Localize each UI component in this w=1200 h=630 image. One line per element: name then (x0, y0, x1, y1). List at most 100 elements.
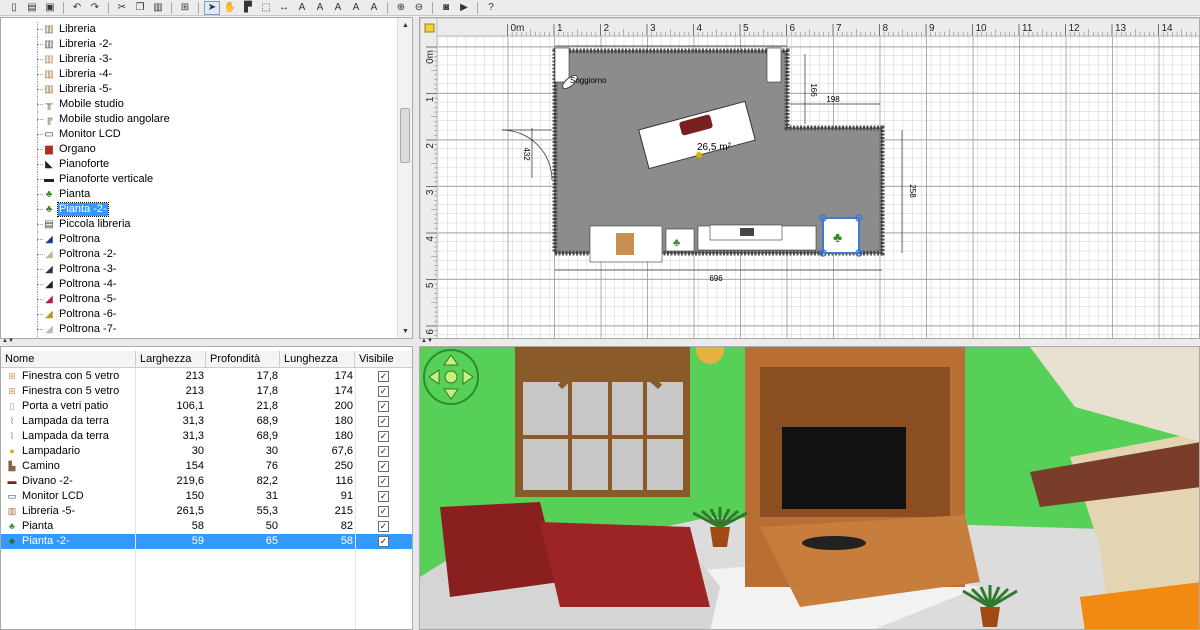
ruler-label: 2 (604, 23, 610, 34)
left-splitter[interactable]: ▲▼ (0, 338, 413, 345)
catalog-item[interactable]: ◢ Poltrona -6- (1, 307, 397, 322)
catalog-item[interactable]: ▤ Piccola libreria (1, 217, 397, 232)
table-row[interactable]: ▥ Libreria -5- 261,5 55,3 215 ✓ (1, 504, 412, 519)
column-header-name[interactable]: Nome (1, 351, 136, 368)
catalog-item[interactable]: ▥ Libreria -5- (1, 82, 397, 97)
create-rooms-icon[interactable]: ⬚ (258, 1, 274, 15)
monitor-icon: ▭ (44, 128, 54, 140)
scroll-down-arrow-icon[interactable]: ▼ (398, 324, 412, 338)
column-header-visible[interactable]: Visibile (355, 351, 412, 368)
video-icon[interactable]: ▶ (456, 1, 472, 15)
catalog-item[interactable]: ◢ Poltrona -3- (1, 262, 397, 277)
text-bold-icon[interactable]: A (330, 1, 346, 15)
scroll-thumb[interactable] (400, 108, 410, 163)
visible-checkbox[interactable]: ✓ (378, 371, 389, 382)
catalog-item[interactable]: ▭ Monitor LCD (1, 127, 397, 142)
photo-icon[interactable]: ◙ (438, 1, 454, 15)
column-header-width[interactable]: Larghezza (136, 351, 206, 368)
chandelier-icon[interactable] (696, 152, 702, 158)
window-right[interactable] (766, 47, 782, 83)
copy-icon[interactable]: ❐ (132, 1, 148, 15)
zoom-out-icon[interactable]: ⊖ (411, 1, 427, 15)
catalog-item[interactable]: ╥ Mobile studio (1, 97, 397, 112)
vertical-ruler (420, 18, 438, 338)
table-row[interactable]: ♣ Pianta 58 50 82 ✓ (1, 519, 412, 534)
scroll-up-arrow-icon[interactable]: ▲ (398, 18, 412, 32)
right-splitter[interactable]: ▲▼ (419, 338, 1200, 345)
visible-checkbox[interactable]: ✓ (378, 521, 389, 532)
save-icon[interactable]: ▣ (42, 1, 58, 15)
cell-name: ▬ Divano -2- (1, 474, 136, 489)
catalog-item[interactable]: ◢ Poltrona -7- (1, 322, 397, 337)
table-row[interactable]: ⌇ Lampada da terra 31,3 68,9 180 ✓ (1, 429, 412, 444)
visible-checkbox[interactable]: ✓ (378, 461, 389, 472)
plant-pot (980, 607, 1000, 627)
column-header-height[interactable]: Lunghezza (280, 351, 355, 368)
visible-checkbox[interactable]: ✓ (378, 491, 389, 502)
new-file-icon[interactable]: ▯ (6, 1, 22, 15)
catalog-item[interactable]: ◢ Poltrona (1, 232, 397, 247)
visible-checkbox[interactable]: ✓ (378, 401, 389, 412)
table-row[interactable]: ⊞ Finestra con 5 vetro 213 17,8 174 ✓ (1, 369, 412, 384)
create-dimensions-icon[interactable]: ↔ (276, 1, 292, 15)
catalog-item[interactable]: ▥ Libreria -4- (1, 67, 397, 82)
catalog-item[interactable]: ▥ Libreria -3- (1, 52, 397, 67)
furniture-table[interactable]: Nome Larghezza Profondità Lunghezza Visi… (0, 346, 413, 630)
catalog-item[interactable]: ◢ Poltrona -4- (1, 277, 397, 292)
table-row[interactable]: ⌇ Lampada da terra 31,3 68,9 180 ✓ (1, 414, 412, 429)
visible-checkbox[interactable]: ✓ (378, 386, 389, 397)
furniture-catalog-tree[interactable]: ▥ Libreria ▥ Libreria -2- ▥ Libreria -3- ▥ Libr… (0, 17, 413, 339)
catalog-item[interactable]: ◣ Pianoforte (1, 157, 397, 172)
table-row[interactable]: ⊞ Finestra con 5 vetro 213 17,8 174 ✓ (1, 384, 412, 399)
bookcase-icon: ▥ (44, 68, 54, 80)
redo-icon[interactable]: ↷ (87, 1, 103, 15)
armchair-icon: ◢ (45, 248, 53, 260)
catalog-item[interactable]: ♣ Pianta (1, 187, 397, 202)
text-italic-icon[interactable]: A (348, 1, 364, 15)
visible-checkbox[interactable]: ✓ (378, 446, 389, 457)
zoom-in-icon[interactable]: ⊕ (393, 1, 409, 15)
text-size-icon[interactable]: A (366, 1, 382, 15)
collapse-arrow-icon[interactable]: ▲▼ (421, 338, 433, 344)
catalog-item[interactable]: ▬ Pianoforte verticale (1, 172, 397, 187)
cut-icon[interactable]: ✂ (114, 1, 130, 15)
help-icon[interactable]: ? (483, 1, 499, 15)
select-arrow-icon[interactable]: ➤ (204, 0, 220, 15)
catalog-item[interactable]: ▆ Organo (1, 142, 397, 157)
nav-center-icon[interactable] (444, 370, 458, 384)
create-walls-icon[interactable]: ▛ (240, 1, 256, 15)
add-furniture-icon[interactable]: ⊞ (177, 1, 193, 15)
table-row[interactable]: ♣ Pianta -2- 59 65 58 ✓ (1, 534, 412, 549)
paste-icon[interactable]: ▥ (150, 1, 166, 15)
visible-checkbox[interactable]: ✓ (378, 536, 389, 547)
plan-canvas[interactable]: 0m 1 2 3 4 5 6 7 8 9 10 11 12 13 140m123456Soggiorno26… (420, 18, 1200, 339)
catalog-item[interactable]: ▥ Libreria (1, 22, 397, 37)
catalog-item[interactable]: ╔ Mobile studio angolare (1, 112, 397, 127)
table-row[interactable]: ▬ Divano -2- 219,6 82,2 116 ✓ (1, 474, 412, 489)
visible-checkbox[interactable]: ✓ (378, 476, 389, 487)
table-row[interactable]: ▭ Monitor LCD 150 31 91 ✓ (1, 489, 412, 504)
floor-plan-view[interactable]: 0m 1 2 3 4 5 6 7 8 9 10 11 12 13 14 0m 1 2 3 4 5 6 Soggiorno 26… (419, 17, 1200, 339)
window-left[interactable] (554, 47, 570, 83)
table-row[interactable]: ▯ Porta a vetri patio 106,1 21,8 200 ✓ (1, 399, 412, 414)
3d-scene[interactable] (420, 347, 1200, 630)
table-row[interactable]: ▙ Camino 154 76 250 ✓ (1, 459, 412, 474)
visible-checkbox[interactable]: ✓ (378, 416, 389, 427)
3d-view[interactable] (419, 346, 1200, 630)
catalog-item[interactable]: ▥ Libreria -2- (1, 37, 397, 52)
add-text-icon[interactable]: A (294, 1, 310, 15)
undo-icon[interactable]: ↶ (69, 1, 85, 15)
visible-checkbox[interactable]: ✓ (378, 506, 389, 517)
open-file-icon[interactable]: ▤ (24, 1, 40, 15)
catalog-item[interactable]: ◢ Poltrona -2- (1, 247, 397, 262)
catalog-item[interactable]: ♣ Pianta -2- (1, 202, 397, 217)
collapse-arrow-icon[interactable]: ▲▼ (2, 338, 14, 344)
catalog-item[interactable]: ◢ Poltrona -5- (1, 292, 397, 307)
text-style-icon[interactable]: A (312, 1, 328, 15)
visible-checkbox[interactable]: ✓ (378, 431, 389, 442)
catalog-scrollbar[interactable]: ▲ ▼ (397, 18, 412, 338)
ruler-label: 0m (425, 50, 436, 64)
column-header-depth[interactable]: Profondità (206, 351, 280, 368)
pan-hand-icon[interactable]: ✋ (222, 1, 238, 15)
table-row[interactable]: ● Lampadario 30 30 67,6 ✓ (1, 444, 412, 459)
